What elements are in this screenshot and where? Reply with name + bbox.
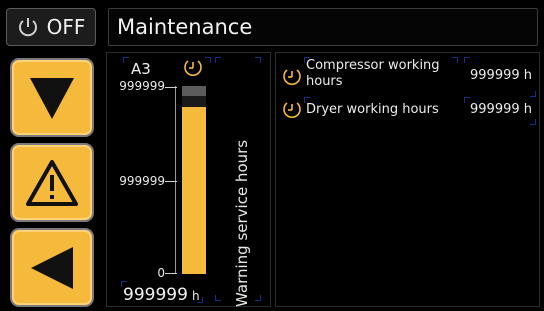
arrow-left-icon — [31, 246, 73, 289]
counter-name: Dryer working hours — [306, 102, 439, 117]
working-hours-panel: Compressor working hours 999999 h Dryer … — [275, 52, 540, 307]
clock-icon — [283, 102, 301, 118]
service-hours-value: 999999 — [123, 285, 188, 305]
arrow-down-icon — [30, 77, 74, 119]
clock-icon — [283, 69, 301, 85]
warning-button[interactable] — [10, 143, 94, 222]
scroll-down-button[interactable] — [10, 58, 94, 137]
gauge-warning-zone — [182, 86, 206, 96]
list-item: Compressor working hours 999999 h — [276, 57, 539, 97]
counter-value: 999999 h — [470, 68, 532, 83]
warning-service-hours-label: Warning service hours — [233, 139, 251, 307]
power-icon — [18, 18, 37, 37]
tick-label-top: 999999 — [119, 79, 165, 93]
back-button[interactable] — [10, 228, 94, 307]
power-label: OFF — [46, 15, 86, 39]
header-bar: Maintenance — [108, 8, 538, 46]
clock-icon — [184, 60, 202, 76]
tick-label-bottom: 0 — [157, 266, 165, 280]
tick-label-mid: 999999 — [119, 174, 165, 188]
page-title: Maintenance — [117, 15, 253, 39]
gauge-name: A3 — [131, 60, 151, 78]
list-item: Dryer working hours 999999 h — [276, 97, 539, 127]
hmi-screen: OFF Maintenance A3 999999 999999 0 Warni… — [0, 0, 544, 311]
warning-icon — [26, 159, 78, 206]
power-off-button[interactable]: OFF — [6, 8, 96, 46]
counter-value: 999999 h — [470, 102, 532, 117]
gauge-fill-bar — [182, 107, 206, 274]
service-gauge-panel: A3 999999 999999 0 Warning service hours… — [106, 52, 271, 307]
service-hours-unit: h — [192, 289, 200, 303]
counter-name: Compressor working hours — [306, 58, 440, 89]
